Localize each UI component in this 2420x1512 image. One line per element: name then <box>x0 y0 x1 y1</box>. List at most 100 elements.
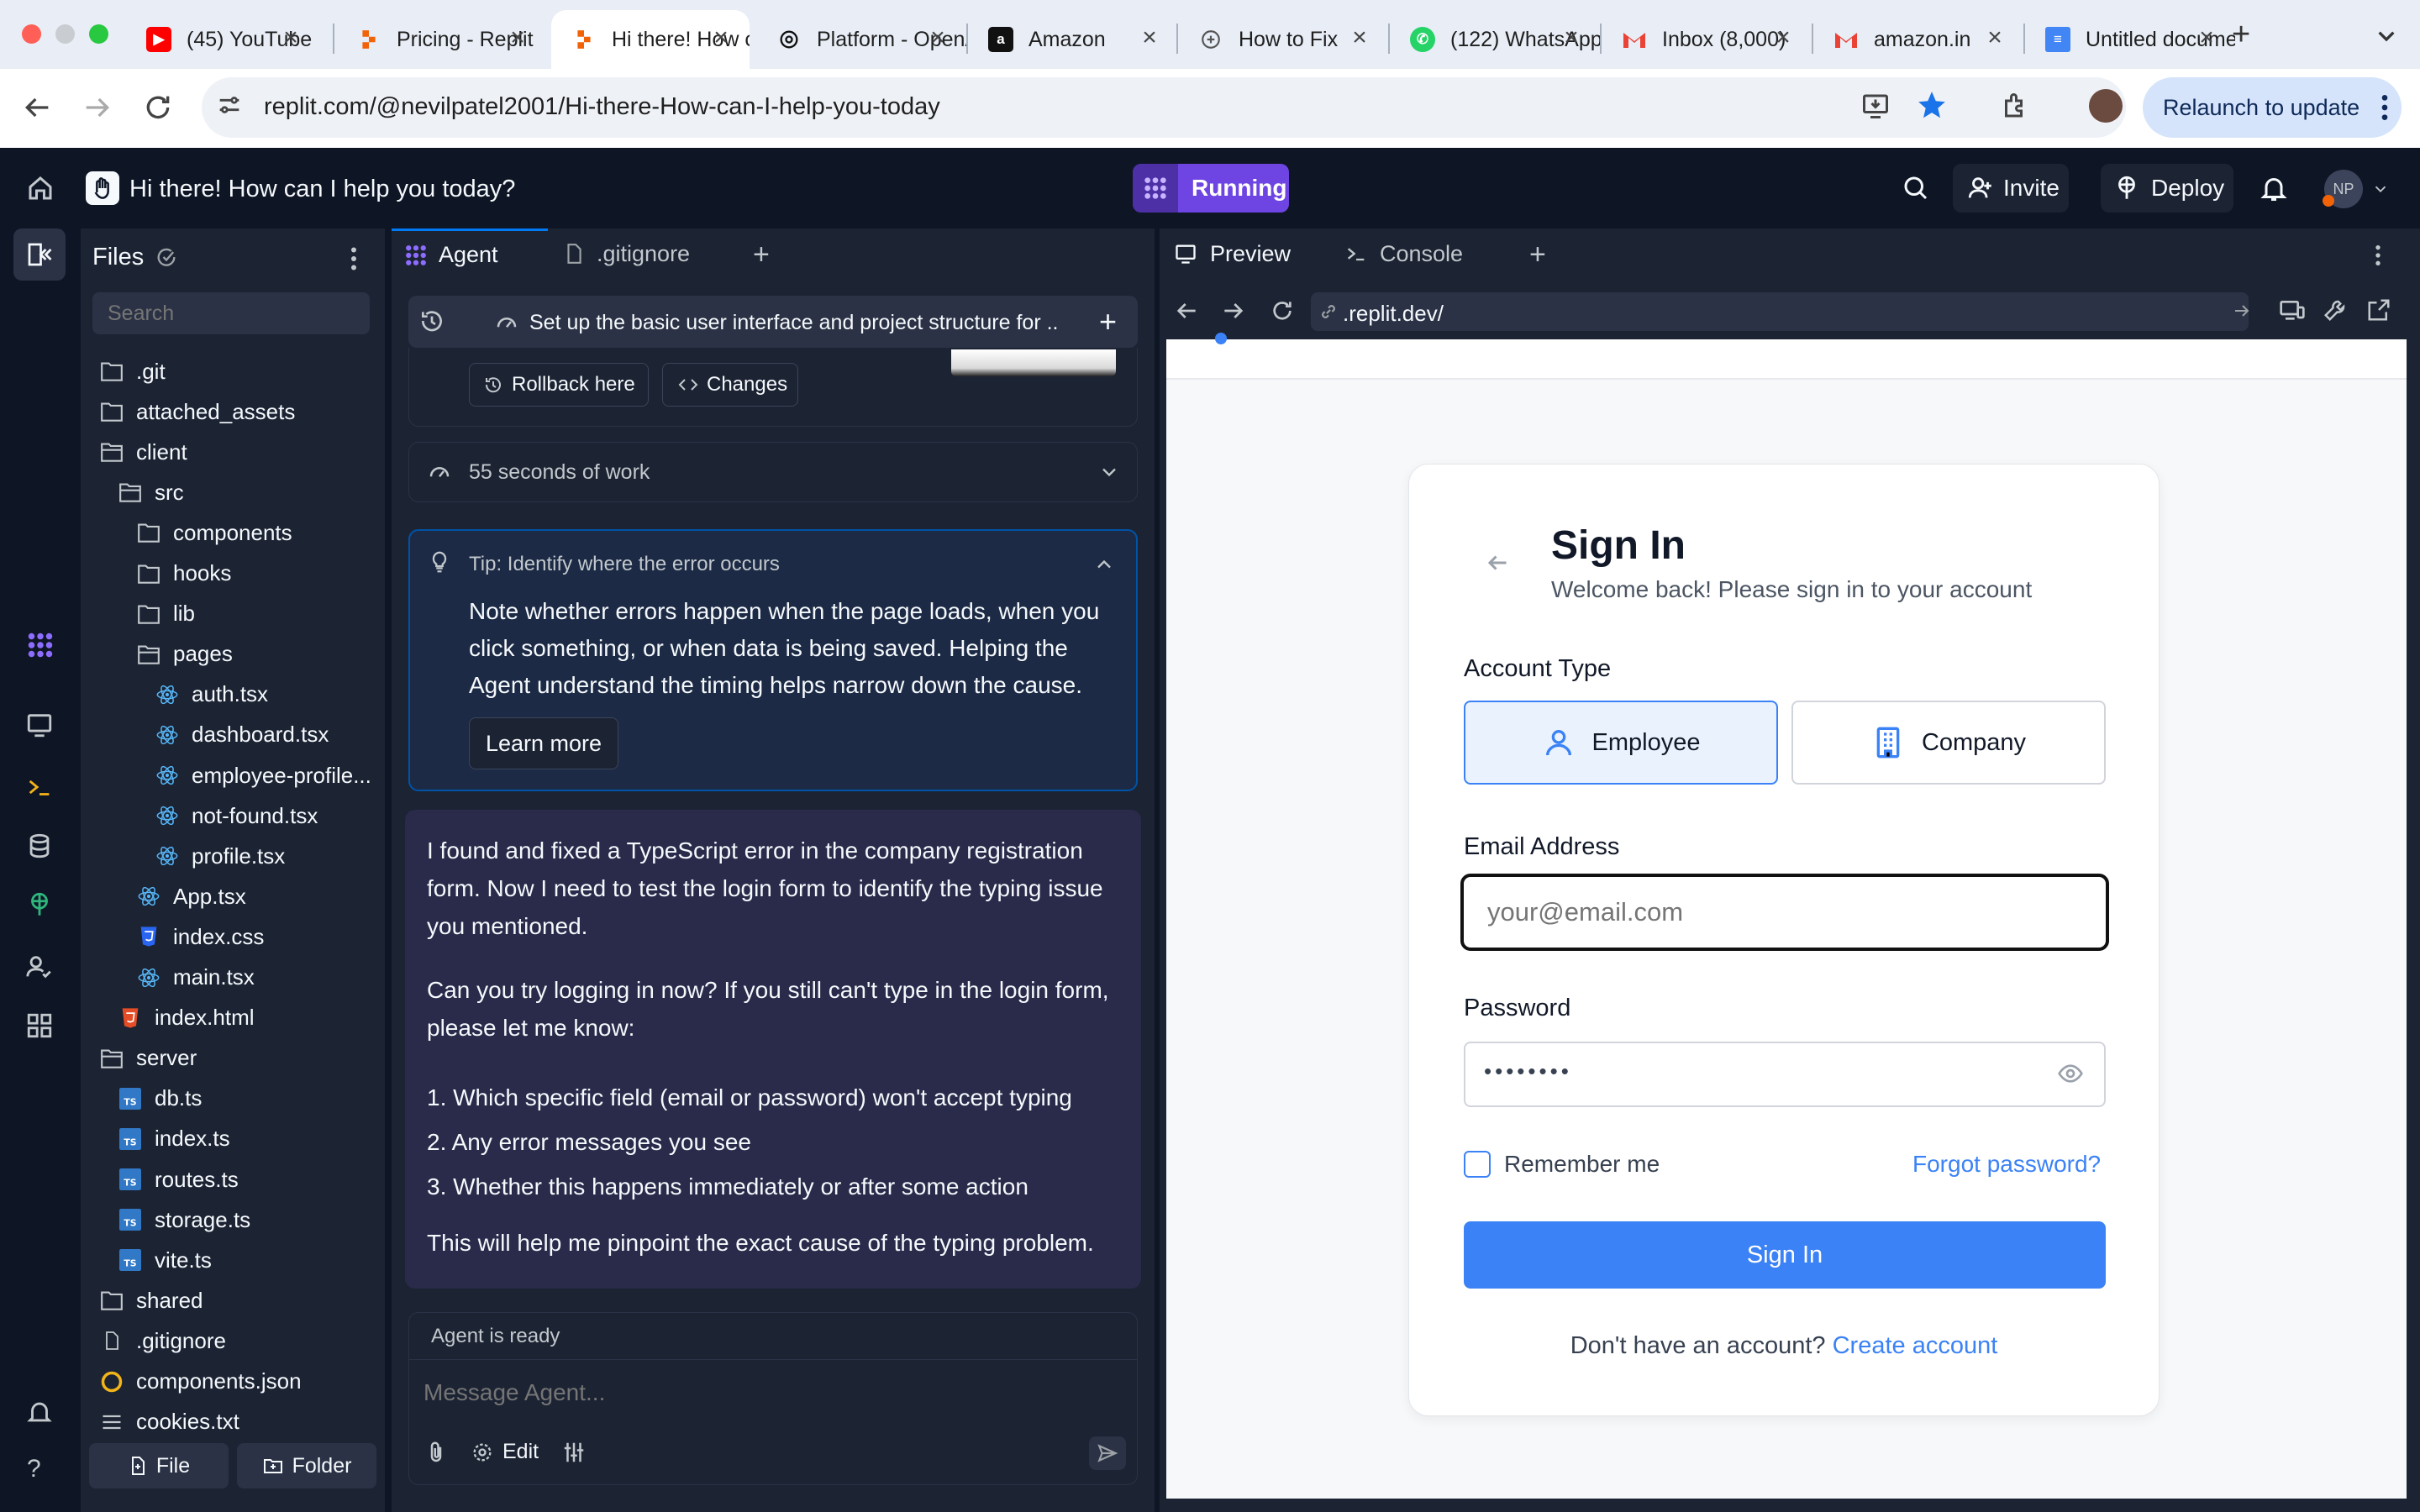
forward-icon[interactable] <box>81 91 114 124</box>
file-item[interactable]: profile.tsx <box>155 839 285 873</box>
agent-tool-icon[interactable] <box>25 630 55 660</box>
all-tools-grid-icon[interactable] <box>25 1011 54 1040</box>
add-tab-button[interactable]: + <box>1529 239 1546 271</box>
folder-item[interactable]: client <box>99 435 187 469</box>
close-tab-icon[interactable]: × <box>926 25 950 50</box>
employee-toggle[interactable]: Employee <box>1464 701 1778 785</box>
reload-icon[interactable] <box>141 91 175 124</box>
close-tab-icon[interactable]: × <box>1348 25 1371 50</box>
browser-tab[interactable]: How to Fix × <box>1178 10 1388 69</box>
file-item[interactable]: main.tsx <box>136 961 255 995</box>
tab-gitignore[interactable]: .gitignore <box>560 228 728 279</box>
console-tool-icon[interactable] <box>25 773 54 801</box>
devices-icon[interactable] <box>2279 297 2306 324</box>
files-menu-icon[interactable] <box>345 244 363 274</box>
chevron-down-icon[interactable] <box>2371 180 2390 198</box>
folder-item[interactable]: server <box>99 1042 197 1075</box>
project-icon[interactable] <box>86 171 119 205</box>
company-toggle[interactable]: Company <box>1791 701 2106 785</box>
close-tab-icon[interactable]: × <box>1983 25 2007 50</box>
alert-bell-icon[interactable] <box>25 1398 54 1426</box>
back-icon[interactable] <box>20 91 54 124</box>
file-item[interactable]: .gitignore <box>99 1324 226 1357</box>
attach-icon[interactable] <box>424 1440 449 1465</box>
invite-button[interactable]: Invite <box>1953 164 2069 213</box>
new-tab-button[interactable]: + <box>2232 17 2250 53</box>
close-tab-icon[interactable]: × <box>1560 25 1583 50</box>
more-options-icon[interactable] <box>2370 242 2386 269</box>
database-icon[interactable] <box>25 832 54 860</box>
browser-tab[interactable]: ✆ (122) WhatsApp × <box>1390 10 1600 69</box>
file-item[interactable]: App.tsx <box>136 879 246 913</box>
browser-tab[interactable]: a Amazon × <box>968 10 1178 69</box>
file-item[interactable]: employee-profile... <box>155 759 371 792</box>
file-item[interactable]: components.json <box>99 1365 302 1399</box>
browser-tab[interactable]: amazon.in × <box>1813 10 2023 69</box>
browser-tab[interactable]: Pricing - Replit × <box>336 10 546 69</box>
file-item[interactable]: TS vite.ts <box>118 1243 212 1277</box>
tab-search-icon[interactable] <box>2370 18 2403 52</box>
message-input[interactable] <box>424 1369 1113 1416</box>
browser-tab[interactable]: ▶ (45) YouTube × <box>126 10 319 69</box>
checkpoint-thumbnail[interactable] <box>951 349 1116 376</box>
file-item[interactable]: dashboard.tsx <box>155 718 329 752</box>
changes-button[interactable]: Changes <box>662 363 798 407</box>
close-tab-icon[interactable]: × <box>2195 25 2218 50</box>
email-input[interactable] <box>1460 874 2109 951</box>
eye-icon[interactable] <box>2057 1060 2084 1087</box>
file-item[interactable]: TS index.ts <box>118 1122 230 1156</box>
browser-menu-icon[interactable] <box>2375 91 2395 124</box>
file-item[interactable]: auth.tsx <box>155 678 268 711</box>
folder-item[interactable]: hooks <box>136 557 231 591</box>
back-arrow-icon[interactable] <box>1482 548 1512 578</box>
folder-item[interactable]: shared <box>99 1284 203 1317</box>
file-item[interactable]: TS routes.ts <box>118 1163 239 1196</box>
chevron-up-icon[interactable] <box>1092 553 1116 576</box>
minimize-window-button[interactable] <box>55 24 75 44</box>
go-arrow-icon[interactable] <box>2232 301 2252 321</box>
notifications-bell-icon[interactable] <box>2259 173 2289 203</box>
tab-agent[interactable]: Agent <box>392 228 548 279</box>
edit-mode-button[interactable]: Edit <box>471 1440 539 1464</box>
search-icon[interactable] <box>1901 173 1931 203</box>
extensions-icon[interactable] <box>2000 91 2030 121</box>
auth-user-icon[interactable] <box>25 953 54 981</box>
files-search-input[interactable] <box>92 292 370 334</box>
file-item[interactable]: not-found.tsx <box>155 799 318 832</box>
add-tab-button[interactable]: + <box>753 239 770 271</box>
deployments-icon[interactable] <box>25 890 54 919</box>
file-item[interactable]: index.html <box>118 1001 255 1035</box>
maximize-window-button[interactable] <box>89 24 108 44</box>
browser-tab[interactable]: Platform - OpenAI × <box>756 10 966 69</box>
reload-icon[interactable] <box>1269 297 1296 324</box>
open-new-window-icon[interactable] <box>2366 297 2391 323</box>
send-button[interactable] <box>1089 1436 1126 1470</box>
browser-tab-active[interactable]: Hi there! How can I help × <box>551 10 750 69</box>
new-file-button[interactable]: File <box>89 1443 229 1488</box>
chevron-down-icon[interactable] <box>1097 460 1121 484</box>
history-icon[interactable] <box>418 307 445 334</box>
close-tab-icon[interactable]: × <box>506 25 529 50</box>
sliders-icon[interactable] <box>561 1440 587 1465</box>
folder-item[interactable]: pages <box>136 638 233 671</box>
tab-preview[interactable]: Preview <box>1168 228 1302 279</box>
close-window-button[interactable] <box>22 24 41 44</box>
browser-tab[interactable]: Inbox (8,000) × <box>1602 10 1812 69</box>
bookmark-star-icon[interactable] <box>1916 89 1948 121</box>
folder-item[interactable]: src <box>118 475 184 509</box>
browser-tab[interactable]: ≡ Untitled document × <box>2025 10 2235 69</box>
remember-checkbox[interactable] <box>1464 1151 1491 1178</box>
signin-submit-button[interactable]: Sign In <box>1464 1221 2106 1289</box>
folder-item[interactable]: attached_assets <box>99 395 295 428</box>
preview-address-bar[interactable] <box>1311 292 2249 331</box>
new-folder-button[interactable]: Folder <box>237 1443 376 1488</box>
deploy-button[interactable]: Deploy <box>2101 164 2233 213</box>
profile-avatar[interactable] <box>2089 89 2123 123</box>
webview-tool-icon[interactable] <box>25 711 54 739</box>
learn-more-button[interactable]: Learn more <box>469 717 618 769</box>
file-item[interactable]: cookies.txt <box>99 1405 239 1439</box>
create-account-link[interactable]: Create account <box>1833 1332 1998 1359</box>
install-app-icon[interactable] <box>1860 91 1891 121</box>
help-icon[interactable]: ? <box>27 1455 41 1483</box>
file-item[interactable]: index.css <box>136 920 264 953</box>
